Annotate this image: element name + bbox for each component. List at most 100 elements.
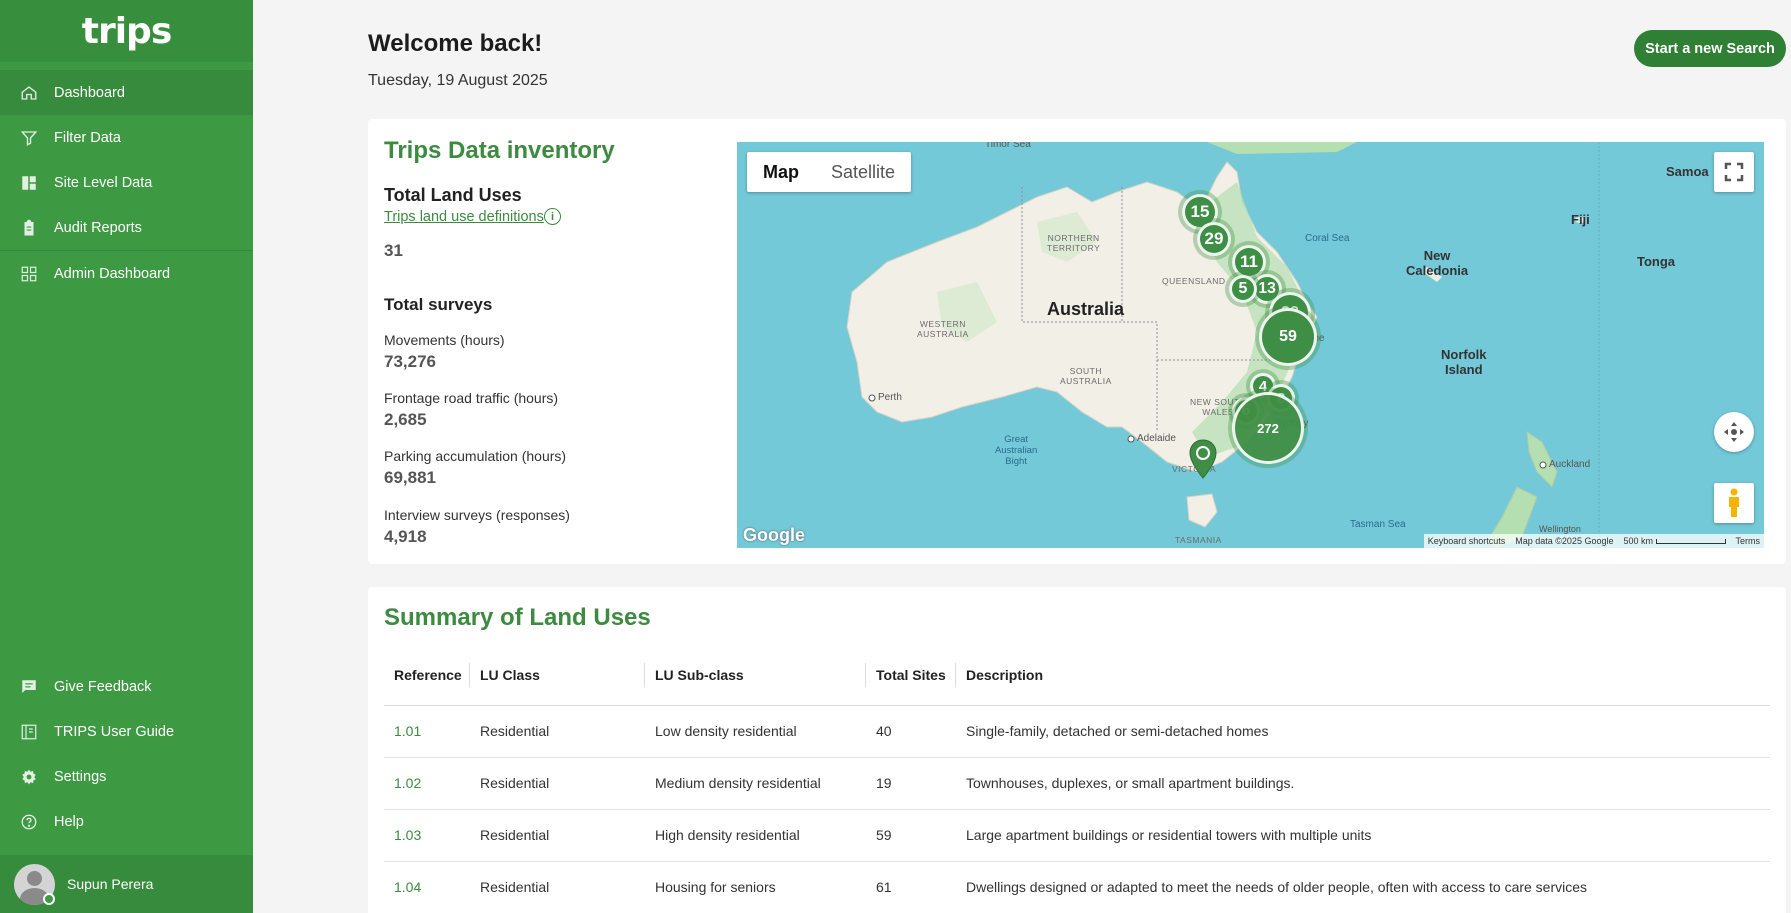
survey-value-movements: 73,276 xyxy=(384,352,436,371)
map-label-tasmania: TASMANIA xyxy=(1175,535,1222,545)
map-label-tasman-sea: Tasman Sea xyxy=(1350,519,1406,530)
satellite-view-button[interactable]: Satellite xyxy=(815,152,911,192)
lu-subclass-cell: Housing for seniors xyxy=(645,861,866,913)
info-icon[interactable]: i xyxy=(544,208,561,225)
home-icon xyxy=(19,83,39,103)
total-sites-cell: 61 xyxy=(866,861,956,913)
map-label-timor-sea: Timor Sea xyxy=(985,142,1031,150)
table-row[interactable]: 1.01 Residential Low density residential… xyxy=(384,705,1770,758)
online-status-dot xyxy=(43,893,55,905)
map-label-adelaide: Adelaide xyxy=(1137,433,1176,444)
map-cluster[interactable]: 29 xyxy=(1197,222,1231,256)
map-pin-icon[interactable] xyxy=(1188,439,1218,479)
lu-class-cell: Residential xyxy=(470,705,645,758)
survey-label-interview: Interview surveys (responses) xyxy=(384,507,570,523)
description-cell: Townhouses, duplexes, or small apartment… xyxy=(956,757,1770,810)
start-new-search-button[interactable]: Start a new Search xyxy=(1634,30,1786,67)
sidebar-item-help[interactable]: Help xyxy=(0,799,253,844)
terms-link[interactable]: Terms xyxy=(1736,536,1761,546)
description-cell: Large apartment buildings or residential… xyxy=(956,809,1770,862)
clipboard-icon xyxy=(19,218,39,238)
dashboard-grid-icon xyxy=(19,173,39,193)
map-label-northern-territory: NORTHERN TERRITORY xyxy=(1047,233,1101,253)
sidebar-item-label: TRIPS User Guide xyxy=(54,723,175,740)
sidebar-item-label: Site Level Data xyxy=(54,174,153,191)
help-icon xyxy=(19,812,39,832)
map-cluster[interactable]: 5 xyxy=(1229,275,1257,303)
reference-link[interactable]: 1.03 xyxy=(384,809,470,862)
survey-label-parking: Parking accumulation (hours) xyxy=(384,448,567,464)
map-type-toggle: Map Satellite xyxy=(747,152,912,192)
survey-label-frontage: Frontage road traffic (hours) xyxy=(384,390,559,406)
map-footer: Keyboard shortcuts Map data ©2025 Google… xyxy=(1423,534,1764,548)
lu-class-cell: Residential xyxy=(470,861,645,913)
keyboard-shortcuts-link[interactable]: Keyboard shortcuts xyxy=(1428,536,1506,546)
total-sites-cell: 59 xyxy=(866,809,956,862)
survey-value-frontage: 2,685 xyxy=(384,410,427,429)
feedback-icon xyxy=(19,677,39,697)
lu-subclass-cell: Low density residential xyxy=(645,705,866,758)
sidebar-item-settings[interactable]: Settings xyxy=(0,754,253,799)
land-use-summary-card: Summary of Land Uses Reference LU Class … xyxy=(368,587,1786,913)
total-land-uses-label: Total Land Uses xyxy=(384,185,522,205)
google-logo: Google xyxy=(743,525,805,545)
trips-logo[interactable]: trips xyxy=(0,0,253,62)
total-sites-cell: 40 xyxy=(866,705,956,758)
user-name: Supun Perera xyxy=(67,876,154,892)
column-header[interactable]: LU Sub-class xyxy=(645,645,866,706)
map-cluster[interactable]: 11 xyxy=(1232,245,1266,279)
current-date: Tuesday, 19 August 2025 xyxy=(368,72,548,89)
survey-value-parking: 69,881 xyxy=(384,468,436,487)
map-label-auckland: Auckland xyxy=(1549,459,1591,470)
column-header[interactable]: Description xyxy=(956,645,1770,706)
sidebar-item-label: Help xyxy=(54,813,84,830)
sidebar-nav-top: Dashboard Filter Data Site Level Data Au… xyxy=(0,70,253,296)
map-view-button[interactable]: Map xyxy=(747,152,815,192)
map-label-fiji: Fiji xyxy=(1571,212,1590,227)
fullscreen-icon[interactable] xyxy=(1714,152,1754,192)
reference-link[interactable]: 1.01 xyxy=(384,705,470,758)
sidebar-item-audit-reports[interactable]: Audit Reports xyxy=(0,205,253,250)
table-row[interactable]: 1.03 Residential High density residentia… xyxy=(384,809,1770,862)
camera-control-icon[interactable] xyxy=(1714,412,1754,452)
page-title: Welcome back! xyxy=(368,30,543,57)
reference-link[interactable]: 1.04 xyxy=(384,861,470,913)
map-label-new-caledonia: New Caledonia xyxy=(1406,248,1469,278)
map-label-samoa: Samoa xyxy=(1666,164,1709,179)
description-cell: Single-family, detached or semi-detached… xyxy=(956,705,1770,758)
map-cluster[interactable]: 59 xyxy=(1259,308,1317,366)
table-row[interactable]: 1.02 Residential Medium density resident… xyxy=(384,757,1770,810)
sidebar-item-label: Filter Data xyxy=(54,129,121,146)
map-label-south-australia: SOUTH AUSTRALIA xyxy=(1060,366,1112,386)
filter-icon xyxy=(19,128,39,148)
column-header[interactable]: Reference xyxy=(384,645,470,706)
map-data-attribution: Map data ©2025 Google xyxy=(1515,536,1614,546)
lu-subclass-cell: High density residential xyxy=(645,809,866,862)
sidebar-item-label: Settings xyxy=(54,768,107,785)
summary-title: Summary of Land Uses xyxy=(384,604,651,631)
sidebar-item-admin-dashboard[interactable]: Admin Dashboard xyxy=(0,251,253,296)
map-label-queensland: QUEENSLAND xyxy=(1162,276,1226,286)
sidebar-item-label: Audit Reports xyxy=(54,219,142,236)
street-view-pegman-icon[interactable] xyxy=(1714,483,1754,523)
sidebar-item-filter-data[interactable]: Filter Data xyxy=(0,115,253,160)
sidebar-item-site-level-data[interactable]: Site Level Data xyxy=(0,160,253,205)
column-header[interactable]: LU Class xyxy=(470,645,645,706)
sidebar-item-give-feedback[interactable]: Give Feedback xyxy=(0,664,253,709)
table-header-row: Reference LU Class LU Sub-class Total Si… xyxy=(384,645,1770,706)
column-header[interactable]: Total Sites xyxy=(866,645,956,706)
map-label-western-australia: WESTERN AUSTRALIA xyxy=(917,319,969,339)
data-inventory-card: Trips Data inventory Total Land Uses Tri… xyxy=(368,119,1786,564)
land-use-table: Reference LU Class LU Sub-class Total Si… xyxy=(384,645,1770,913)
land-use-definitions-link[interactable]: Trips land use definitions xyxy=(384,209,544,225)
user-profile[interactable]: Supun Perera xyxy=(0,855,253,913)
table-row[interactable]: 1.04 Residential Housing for seniors 61 … xyxy=(384,861,1770,913)
reference-link[interactable]: 1.02 xyxy=(384,757,470,810)
inventory-title: Trips Data inventory xyxy=(384,137,615,164)
sites-map[interactable]: Timor Sea Samoa Fiji Coral Sea New Caled… xyxy=(737,142,1764,548)
map-cluster[interactable]: 272 xyxy=(1232,392,1304,464)
sidebar-item-user-guide[interactable]: TRIPS User Guide xyxy=(0,709,253,754)
sidebar-item-dashboard[interactable]: Dashboard xyxy=(0,70,253,115)
gear-icon xyxy=(19,767,39,787)
survey-label-movements: Movements (hours) xyxy=(384,332,505,348)
